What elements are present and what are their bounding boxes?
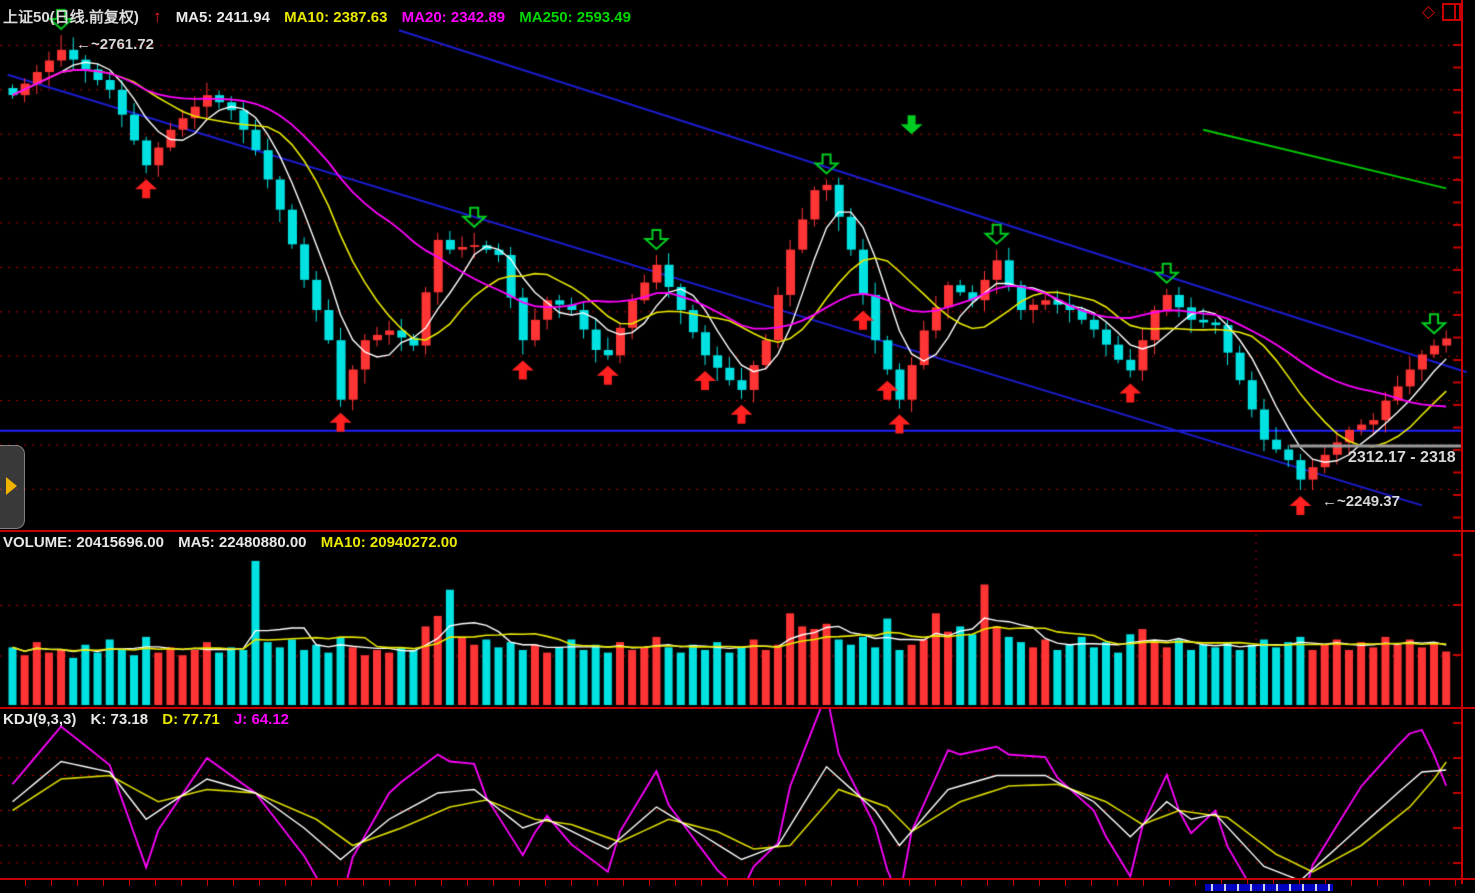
peak-annotation: ←~2761.72 — [76, 36, 154, 53]
kdj-panel-separator — [0, 707, 1475, 709]
volume-panel-separator — [0, 530, 1475, 532]
window-controls: ◇ — [1422, 3, 1461, 21]
diamond-icon[interactable]: ◇ — [1422, 3, 1435, 21]
main-chart-canvas[interactable] — [0, 0, 1475, 530]
price-range-label: 2312.17 - 2318 — [1348, 449, 1468, 467]
split-window-icon[interactable] — [1442, 3, 1461, 21]
sidebar-expand-handle[interactable] — [0, 445, 25, 529]
trading-app: { "colors":{"up":"#ff3434","down":"#00e2… — [0, 0, 1475, 891]
trough-annotation: ←~2249.37 — [1322, 493, 1400, 510]
volume-canvas[interactable] — [0, 530, 1475, 708]
expand-arrow-icon — [6, 477, 17, 495]
kdj-canvas[interactable] — [0, 708, 1475, 878]
right-axis-line — [1461, 0, 1463, 884]
date-marker — [1205, 884, 1333, 891]
